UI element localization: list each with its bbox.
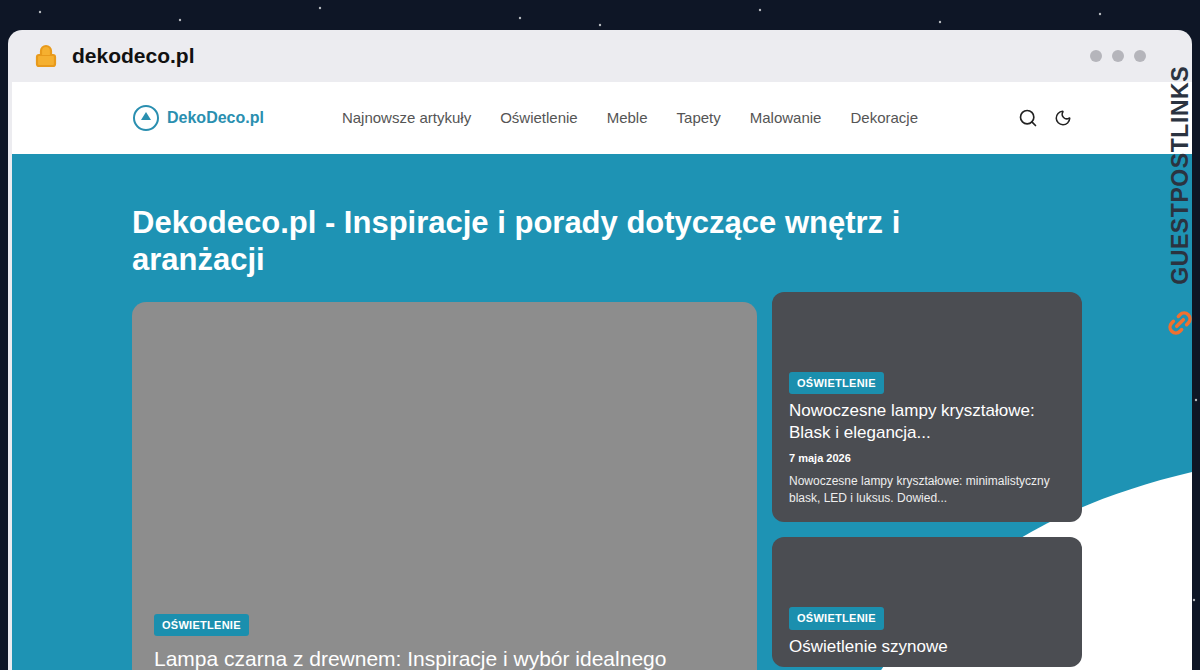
browser-bar: dekodeco.pl [8,30,1192,82]
search-icon[interactable] [1018,108,1038,128]
site-nav: DekoDeco.pl Najnowsze artykuły Oświetlenie… [12,82,1192,154]
screen: dekodeco.pl DekoDeco.pl Najnowsze artykuły… [0,0,1200,670]
nav-item[interactable]: Meble [607,107,648,130]
watermark-text: GUESTPOSTLINKS [1163,66,1198,285]
nav-menu: Najnowsze artykuły Oświetlenie Meble Tapety… [342,107,918,130]
card-excerpt: Nowoczesne lampy kryształowe: minimalist… [789,473,1065,507]
window-dot[interactable] [1134,50,1146,62]
category-badge[interactable]: OŚWIETLENIE [154,614,249,637]
nav-item[interactable]: Oświetlenie [500,107,578,130]
lock-icon [34,44,58,68]
card-date: 7 maja 2026 [789,450,1065,467]
nav-item[interactable]: Najnowsze artykuły [342,107,471,130]
article-card[interactable]: OŚWIETLENIE Oświetlenie szynowe [772,537,1082,667]
nav-item[interactable]: Malowanie [750,107,822,130]
watermark: GUESTPOSTLINKS [1162,55,1198,337]
nav-item[interactable]: Tapety [677,107,721,130]
page: DekoDeco.pl Najnowsze artykuły Oświetlenie… [12,82,1192,670]
category-badge[interactable]: OŚWIETLENIE [789,607,884,630]
category-badge[interactable]: OŚWIETLENIE [789,372,884,395]
featured-title[interactable]: Lampa czarna z drewnem: Inspiracje i wyb… [154,646,735,670]
featured-card[interactable]: OŚWIETLENIE Lampa czarna z drewnem: Inspi… [132,302,757,670]
articles-grid: OŚWIETLENIE Lampa czarna z drewnem: Inspi… [132,302,1092,670]
page-heading: Dekodeco.pl - Inspiracje i porady dotycz… [132,204,1012,278]
article-card[interactable]: OŚWIETLENIE Nowoczesne lampy kryształowe:… [772,292,1082,522]
moon-icon[interactable] [1054,109,1072,127]
window-dot[interactable] [1090,50,1102,62]
window-dot[interactable] [1112,50,1124,62]
browser-window: dekodeco.pl DekoDeco.pl Najnowsze artykuły… [8,30,1192,670]
card-title[interactable]: Oświetlenie szynowe [789,636,1065,658]
url-text[interactable]: dekodeco.pl [72,40,195,72]
chain-icon [1160,303,1200,343]
logo-icon [132,104,160,132]
hero-section: Dekodeco.pl - Inspiracje i porady dotycz… [12,154,1192,670]
side-cards: OŚWIETLENIE Nowoczesne lampy kryształowe:… [772,292,1082,670]
nav-item[interactable]: Dekoracje [850,107,918,130]
card-title[interactable]: Nowoczesne lampy kryształowe: Blask i el… [789,400,1065,444]
window-controls [1090,50,1146,62]
site-logo[interactable]: DekoDeco.pl [132,104,264,132]
